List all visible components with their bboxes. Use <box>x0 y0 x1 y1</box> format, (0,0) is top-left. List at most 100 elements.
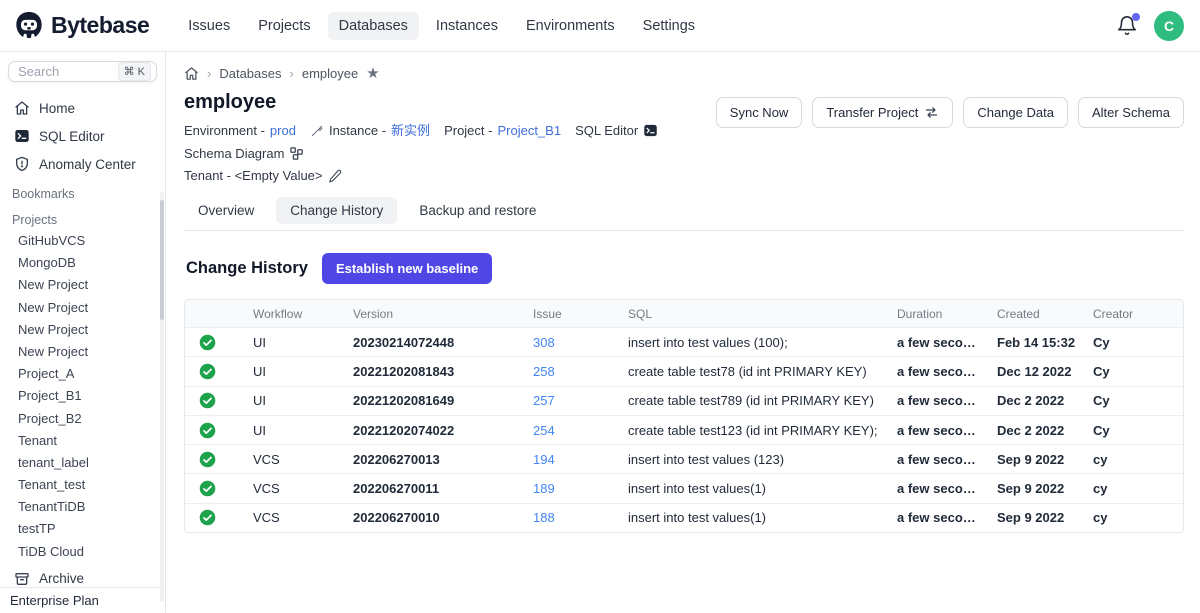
project-link[interactable]: Project_B1 <box>497 121 561 140</box>
issue-link[interactable]: 258 <box>533 364 555 379</box>
sidebar-item-sql-editor[interactable]: SQL Editor <box>0 122 165 150</box>
top-nav-item[interactable]: Instances <box>425 12 509 40</box>
search-box[interactable]: ⌘ K <box>8 61 157 82</box>
tab[interactable]: Backup and restore <box>405 197 550 224</box>
sql-cell: create table test78 (id int PRIMARY KEY) <box>620 364 889 379</box>
user-avatar[interactable]: C <box>1154 11 1184 41</box>
sidebar-project-item[interactable]: Tenant <box>0 430 165 452</box>
sql-cell: create table test789 (id int PRIMARY KEY… <box>620 393 889 408</box>
sidebar-item-anomaly-center[interactable]: Anomaly Center <box>0 150 165 178</box>
issue-link[interactable]: 308 <box>533 335 555 350</box>
breadcrumb-separator: › <box>290 66 294 81</box>
project-label: Project - <box>444 121 492 140</box>
favorite-star-icon[interactable]: ★ <box>366 66 379 81</box>
breadcrumb-databases[interactable]: Databases <box>219 66 281 81</box>
project-meta: Project - Project_B1 <box>444 121 561 140</box>
sidebar-item-label: Archive <box>39 571 84 586</box>
projects-section-label: Projects <box>0 204 165 230</box>
tab[interactable]: Overview <box>184 197 268 224</box>
sidebar-project-item[interactable]: GitHubVCS <box>0 230 165 252</box>
created-cell: Dec 2 2022 <box>989 393 1085 408</box>
section-title: Change History <box>186 259 308 278</box>
home-breadcrumb-icon[interactable] <box>184 66 199 81</box>
sync-now-button[interactable]: Sync Now <box>716 97 803 128</box>
edit-tenant-pencil-icon[interactable] <box>328 169 342 183</box>
issue-cell: 258 <box>525 364 620 379</box>
sidebar-project-item[interactable]: New Project <box>0 341 165 363</box>
issue-link[interactable]: 188 <box>533 510 555 525</box>
sidebar-project-item[interactable]: MongoDB <box>0 252 165 274</box>
change-data-button[interactable]: Change Data <box>963 97 1068 128</box>
notification-dot <box>1132 13 1140 21</box>
sidebar-project-item[interactable]: TenantTiDB <box>0 496 165 518</box>
environment-label: Environment - <box>184 121 265 140</box>
top-nav-item[interactable]: Settings <box>632 12 706 40</box>
sidebar-item-archive[interactable]: Archive <box>0 571 165 587</box>
sidebar-project-item[interactable]: Project_B1 <box>0 385 165 407</box>
issue-link[interactable]: 254 <box>533 423 555 438</box>
sidebar-project-item[interactable]: New Project <box>0 319 165 341</box>
instance-meta: Instance - 新实例 <box>310 121 430 140</box>
creator-cell: cy <box>1085 452 1183 467</box>
issue-cell: 254 <box>525 423 620 438</box>
alter-schema-button[interactable]: Alter Schema <box>1078 97 1184 128</box>
search-input[interactable] <box>18 64 114 79</box>
version-cell: 20221202081843 <box>345 364 525 379</box>
sidebar-project-item[interactable]: New Project <box>0 274 165 296</box>
status-cell <box>185 334 245 351</box>
environment-meta: Environment - prod <box>184 121 296 140</box>
archive-icon <box>14 571 30 587</box>
sidebar-project-item[interactable]: New Project <box>0 297 165 319</box>
version-cell: 20221202081649 <box>345 393 525 408</box>
table-body: UI 20230214072448 308 insert into test v… <box>185 327 1183 532</box>
version-cell: 20230214072448 <box>345 335 525 350</box>
sidebar-project-item[interactable]: Tenant_test <box>0 474 165 496</box>
bytebase-logo[interactable]: Bytebase <box>14 11 149 41</box>
issue-link[interactable]: 194 <box>533 452 555 467</box>
duration-column-header: Duration <box>889 307 989 321</box>
schema-diagram-icon <box>289 146 304 161</box>
sidebar-item-home[interactable]: Home <box>0 94 165 122</box>
duration-cell: a few seconds <box>889 364 989 379</box>
change-history-section-header: Change History Establish new baseline <box>186 253 1184 284</box>
plan-label: Enterprise Plan <box>0 587 165 613</box>
schema-diagram-link[interactable]: Schema Diagram <box>184 144 304 163</box>
tab[interactable]: Change History <box>276 197 397 224</box>
sidebar-scrollbar[interactable] <box>160 192 164 602</box>
table-row: UI 20221202074022 254 create table test1… <box>185 415 1183 444</box>
sidebar-project-item[interactable]: tenant_label <box>0 452 165 474</box>
sidebar-project-item[interactable]: testTP <box>0 518 165 540</box>
success-check-icon <box>199 480 216 497</box>
workflow-cell: VCS <box>245 481 345 496</box>
table-row: VCS 202206270013 194 insert into test va… <box>185 444 1183 473</box>
issue-link[interactable]: 189 <box>533 481 555 496</box>
transfer-project-button[interactable]: Transfer Project <box>812 97 953 128</box>
success-check-icon <box>199 334 216 351</box>
sidebar-project-item[interactable]: Project_A <box>0 363 165 385</box>
success-check-icon <box>199 363 216 380</box>
instance-link[interactable]: 新实例 <box>391 121 430 140</box>
top-nav-item[interactable]: Databases <box>328 12 419 40</box>
sidebar-project-item[interactable]: TiDB Cloud <box>0 541 165 563</box>
sql-editor-link[interactable]: SQL Editor <box>575 121 658 140</box>
top-nav-item[interactable]: Issues <box>177 12 241 40</box>
sql-column-header: SQL <box>620 307 889 321</box>
table-row: UI 20230214072448 308 insert into test v… <box>185 327 1183 356</box>
top-nav-item[interactable]: Environments <box>515 12 626 40</box>
breadcrumb-employee[interactable]: employee <box>302 66 358 81</box>
issue-link[interactable]: 257 <box>533 393 555 408</box>
creator-column-header: Creator <box>1085 307 1183 321</box>
sidebar-scrollbar-thumb[interactable] <box>160 200 164 320</box>
sql-cell: insert into test values(1) <box>620 510 889 525</box>
establish-baseline-button[interactable]: Establish new baseline <box>322 253 492 284</box>
workflow-column-header: Workflow <box>245 307 345 321</box>
top-nav-item[interactable]: Projects <box>247 12 321 40</box>
environment-link[interactable]: prod <box>270 121 296 140</box>
table-row: VCS 202206270010 188 insert into test va… <box>185 503 1183 532</box>
sidebar-project-item[interactable]: Project_B2 <box>0 408 165 430</box>
bookmarks-section-label: Bookmarks <box>0 178 165 204</box>
notification-bell-icon[interactable] <box>1116 15 1138 37</box>
breadcrumb: › Databases › employee ★ <box>182 62 1184 83</box>
success-check-icon <box>199 392 216 409</box>
creator-cell: cy <box>1085 510 1183 525</box>
